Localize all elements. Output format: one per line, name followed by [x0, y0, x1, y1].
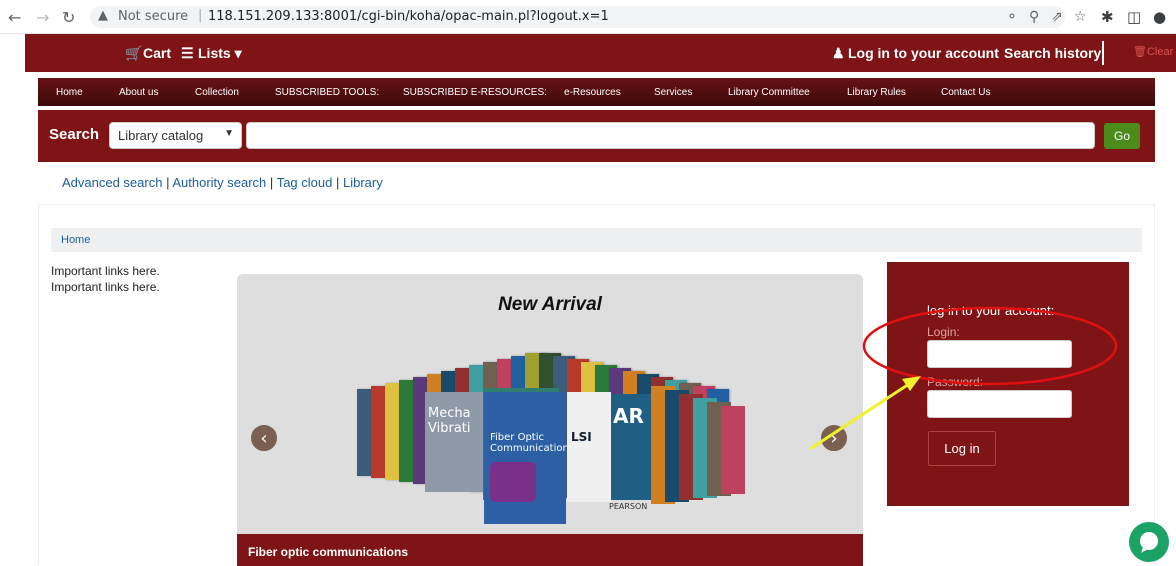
chevron-down-icon: ▼	[224, 128, 234, 139]
divider	[1102, 41, 1104, 65]
book-cover[interactable]: LSI	[567, 392, 611, 502]
publisher-text: PEARSON	[609, 502, 648, 511]
password-label: Password:	[927, 375, 984, 389]
book-cover[interactable]: AR	[611, 394, 651, 500]
cover-title: AR	[613, 404, 644, 428]
important-links: Important links here. Important links he…	[51, 263, 160, 295]
carousel-title: New Arrival	[498, 294, 602, 315]
login-link[interactable]: Log in to your account	[848, 45, 999, 61]
search-scope-value: Library catalog	[118, 128, 204, 143]
search-input[interactable]	[246, 122, 1095, 149]
more-searches: Advanced search | Authority search | Tag…	[62, 175, 383, 190]
menu-item-home[interactable]: Home	[56, 87, 83, 98]
cover-title: LSI	[571, 430, 592, 444]
chat-bubble-icon	[1140, 532, 1158, 553]
main-menu: Home About us Collection SUBSCRIBED TOOL…	[38, 78, 1155, 106]
password-field[interactable]	[927, 390, 1072, 418]
authority-search-link[interactable]: Authority search	[172, 175, 266, 190]
carousel-caption: Fiber optic communications	[237, 534, 863, 566]
search-bar: Search Library catalog ▼ Go	[38, 110, 1155, 162]
browser-toolbar: ← → ↻ ▲ Not secure | 118.151.209.133:800…	[0, 0, 1176, 34]
carousel-next-icon[interactable]: ›	[819, 423, 849, 453]
cover-title: Mecha	[428, 406, 471, 421]
back-icon[interactable]: ←	[8, 8, 21, 27]
book-cover[interactable]	[721, 406, 745, 494]
bookmark-star-icon[interactable]: ☆	[1074, 9, 1087, 25]
cover-title: Communications	[490, 443, 575, 454]
password-key-icon[interactable]: ⚬	[1006, 9, 1018, 25]
breadcrumb-home-link[interactable]: Home	[61, 234, 90, 246]
search-history-link[interactable]: Search history	[1004, 45, 1101, 61]
cover-title: Fiber Optic	[490, 432, 545, 443]
warning-icon: ▲	[98, 8, 108, 23]
profile-icon[interactable]: ●	[1153, 8, 1166, 26]
zoom-icon[interactable]: ⚲	[1029, 9, 1039, 25]
sidepanel-icon[interactable]: ◫	[1127, 8, 1141, 26]
user-icon: ♟	[832, 45, 845, 61]
login-button[interactable]: Log in	[928, 431, 996, 466]
carousel-prev-icon[interactable]: ‹	[249, 423, 279, 453]
breadcrumb: Home	[51, 228, 1142, 252]
lists-link[interactable]: Lists ▾	[198, 45, 242, 62]
cart-link[interactable]: Cart	[143, 45, 171, 61]
not-secure-label: Not secure	[118, 9, 189, 24]
library-link[interactable]: Library	[343, 175, 383, 190]
search-scope-select[interactable]: Library catalog ▼	[109, 122, 242, 149]
extensions-icon[interactable]: ✱	[1101, 8, 1114, 26]
link-separator: |	[269, 175, 277, 190]
search-label: Search	[49, 126, 100, 143]
advanced-search-link[interactable]: Advanced search	[62, 175, 162, 190]
forward-icon[interactable]: →	[36, 8, 49, 27]
address-separator: |	[198, 8, 203, 23]
login-label: Login:	[927, 325, 960, 339]
cover-image	[490, 462, 536, 502]
login-field[interactable]	[927, 340, 1072, 368]
menu-item-subscribed-tools[interactable]: SUBSCRIBED TOOLS:	[275, 87, 379, 98]
share-icon[interactable]: ⇗	[1051, 9, 1063, 25]
opac-header: 🛒 Cart ☰ Lists ▾ ♟ Log in to your accoun…	[25, 34, 1176, 72]
main-content: Home Important links here. Important lin…	[38, 204, 1155, 566]
login-title: log in to your account:	[927, 303, 1055, 318]
new-arrival-carousel: New Arrival Mecha Vibrati Fiber Optic Co…	[237, 274, 863, 566]
book-cover-fiber-optic[interactable]: Fiber Optic Communications	[484, 392, 575, 524]
chat-widget-icon[interactable]	[1129, 522, 1169, 562]
url-text: 118.151.209.133:8001/cgi-bin/koha/opac-m…	[208, 9, 609, 24]
menu-item-about[interactable]: About us	[119, 87, 158, 98]
important-links-text: Important links here.	[51, 280, 160, 294]
go-button[interactable]: Go	[1104, 123, 1140, 149]
tag-cloud-link[interactable]: Tag cloud	[277, 175, 333, 190]
menu-item-library-committee[interactable]: Library Committee	[728, 87, 810, 98]
menu-item-eresources[interactable]: e-Resources	[564, 87, 621, 98]
menu-item-subscribed-eresources[interactable]: SUBSCRIBED E-RESOURCES:	[403, 87, 547, 98]
cart-icon[interactable]: 🛒	[125, 45, 142, 62]
lists-icon[interactable]: ☰	[181, 45, 194, 62]
link-separator: |	[335, 175, 343, 190]
book-cover[interactable]: Mecha Vibrati	[425, 392, 485, 492]
important-links-text: Important links here.	[51, 264, 160, 278]
menu-item-contact[interactable]: Contact Us	[941, 87, 990, 98]
clear-history-link[interactable]: 🗑Clear	[1133, 45, 1173, 58]
address-bar[interactable]: ▲ Not secure | 118.151.209.133:8001/cgi-…	[90, 6, 1087, 28]
menu-item-services[interactable]: Services	[654, 87, 692, 98]
menu-item-collection[interactable]: Collection	[195, 87, 239, 98]
cover-title: Vibrati	[428, 421, 471, 436]
reload-icon[interactable]: ↻	[62, 8, 75, 27]
login-panel: log in to your account: Login: Password:…	[887, 262, 1129, 506]
menu-item-library-rules[interactable]: Library Rules	[847, 87, 906, 98]
